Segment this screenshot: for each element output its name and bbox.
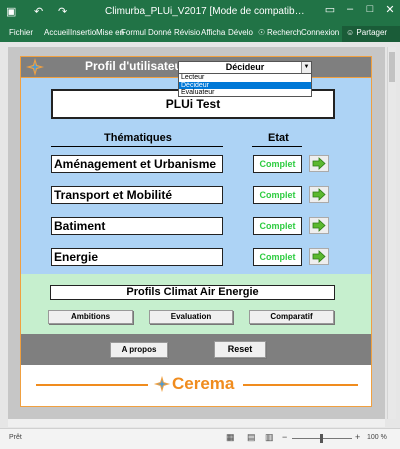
arrow-right-icon <box>312 250 326 263</box>
share-button[interactable]: ☺ Partager <box>342 26 400 42</box>
theme-batiment: Batiment <box>51 217 223 235</box>
connexion-link[interactable]: Connexion <box>301 28 339 37</box>
profile-dropdown-list: Lecteur Décideur Evaluateur <box>178 73 312 97</box>
theme-energie: Energie <box>51 248 223 266</box>
ribbon-tabs: Fichier Accueil Insertio Mise en Formul … <box>0 26 400 42</box>
go-arrow-button[interactable] <box>309 217 329 234</box>
tab-affichage[interactable]: Afficha <box>201 28 225 37</box>
tab-mise-en-page[interactable]: Mise en <box>96 28 124 37</box>
theme-amenagement: Aménagement et Urbanisme <box>51 155 223 173</box>
page-break-icon[interactable]: ▥ <box>265 432 274 443</box>
evaluation-button[interactable]: Evaluation <box>149 310 233 324</box>
chevron-down-icon[interactable]: ▼ <box>301 62 311 73</box>
option-decideur[interactable]: Décideur <box>179 81 311 89</box>
reset-button[interactable]: Reset <box>214 341 266 358</box>
share-label: Partager <box>356 28 388 37</box>
cerema-logo-icon <box>26 58 44 76</box>
status-badge: Complet <box>253 217 302 235</box>
brand-name: Cerema <box>172 374 235 393</box>
minimize-button[interactable]: – <box>342 3 358 15</box>
option-lecteur[interactable]: Lecteur <box>179 74 311 82</box>
etat-header: Etat <box>268 132 289 144</box>
close-button[interactable]: ✕ <box>382 3 398 16</box>
tab-revision[interactable]: Révisio <box>174 28 200 37</box>
status-badge: Complet <box>253 155 302 173</box>
tab-developpeur[interactable]: Dévelo <box>228 28 253 37</box>
tab-accueil[interactable]: Accueil <box>44 28 70 37</box>
save-icon[interactable]: ▣ <box>6 5 16 18</box>
zoom-out-icon[interactable]: − <box>282 432 287 442</box>
horizontal-scrollbar[interactable] <box>8 419 385 427</box>
divider <box>243 384 358 386</box>
about-button[interactable]: A propos <box>110 342 168 358</box>
actions-panel <box>20 334 372 365</box>
divider <box>51 146 223 147</box>
tab-formules[interactable]: Formul <box>121 28 146 37</box>
comparatif-button[interactable]: Comparatif <box>249 310 334 324</box>
divider <box>252 146 302 147</box>
arrow-right-icon <box>312 188 326 201</box>
profile-label: Profil d'utilisateur <box>85 59 187 73</box>
page-layout-icon[interactable]: ▤ <box>247 432 256 443</box>
profile-selected-value: Décideur <box>225 62 265 72</box>
maximize-button[interactable]: □ <box>362 3 378 15</box>
thematiques-header: Thématiques <box>104 132 172 144</box>
normal-view-icon[interactable]: ▦ <box>226 432 235 443</box>
search-tell-me[interactable]: Recherch <box>267 28 301 37</box>
lightbulb-icon: ☉ <box>258 28 266 37</box>
profils-title: Profils Climat Air Energie <box>50 285 335 300</box>
profils-panel <box>20 274 372 334</box>
status-badge: Complet <box>253 248 302 266</box>
arrow-right-icon <box>312 219 326 232</box>
ambitions-button[interactable]: Ambitions <box>48 310 133 324</box>
cerema-logo-icon <box>153 375 171 393</box>
ribbon-display-icon[interactable]: ▭ <box>322 3 338 16</box>
zoom-in-icon[interactable]: + <box>355 432 360 442</box>
scrollbar-thumb[interactable] <box>389 52 395 82</box>
arrow-right-icon <box>312 157 326 170</box>
zoom-level[interactable]: 100 % <box>367 434 387 441</box>
go-arrow-button[interactable] <box>309 248 329 265</box>
vertical-scrollbar[interactable] <box>387 47 396 419</box>
user-icon: ☺ <box>346 28 355 37</box>
tab-fichier[interactable]: Fichier <box>9 28 33 37</box>
go-arrow-button[interactable] <box>309 155 329 172</box>
status-bar: Prêt ▦ ▤ ▥ − + 100 % <box>0 428 400 449</box>
theme-transport: Transport et Mobilité <box>51 186 223 204</box>
undo-icon[interactable]: ↶ <box>34 5 43 18</box>
redo-icon[interactable]: ↷ <box>58 5 67 18</box>
divider <box>36 384 148 386</box>
window-title: Climurba_PLUi_V2017 [Mode de compatibili… <box>105 6 305 17</box>
status-badge: Complet <box>253 186 302 204</box>
zoom-slider-thumb[interactable] <box>320 434 323 443</box>
go-arrow-button[interactable] <box>309 186 329 203</box>
tab-donnees[interactable]: Donné <box>148 28 172 37</box>
tab-insertion[interactable]: Insertio <box>70 28 96 37</box>
title-bar: ▣ ↶ ↷ Climurba_PLUi_V2017 [Mode de compa… <box>0 0 400 26</box>
ready-status: Prêt <box>9 434 22 441</box>
option-evaluateur[interactable]: Evaluateur <box>179 89 311 97</box>
